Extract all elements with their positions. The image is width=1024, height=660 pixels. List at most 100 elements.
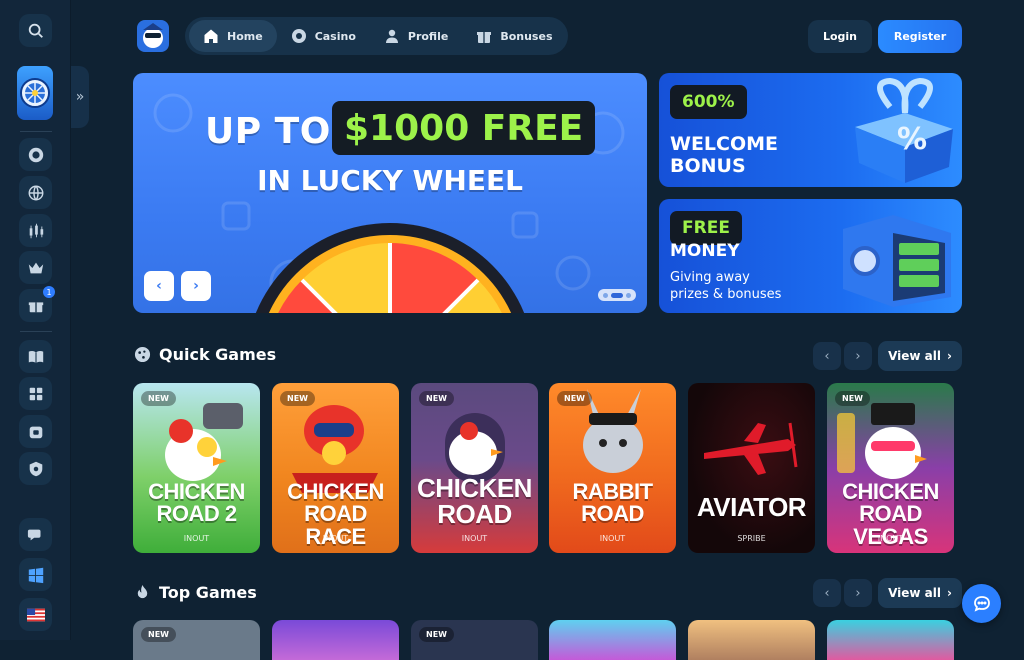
live-chat-button[interactable] <box>962 584 1001 623</box>
sidebar-item-support[interactable] <box>19 415 52 448</box>
login-button[interactable]: Login <box>808 20 872 53</box>
game-card-chicken-road-2[interactable]: NEW CHICKEN ROAD 2 INOUT <box>133 383 260 553</box>
chevron-right-icon: › <box>855 348 861 364</box>
sidebar-item-security[interactable] <box>19 452 52 485</box>
fire-icon <box>137 584 148 599</box>
sidebar-item-trading[interactable] <box>19 214 52 247</box>
promo-subtitle-line1: Giving away <box>670 270 750 285</box>
quick-games-next-button[interactable]: › <box>844 342 872 370</box>
candlestick-icon <box>29 223 43 238</box>
carousel-dots[interactable] <box>598 289 636 301</box>
game-card-chicken-road-vegas[interactable]: NEW CHICKEN ROAD VEGAS INOUT <box>827 383 954 553</box>
game-card-chicken-road-race[interactable]: NEW CHICKEN ROAD RACE INOUT <box>272 383 399 553</box>
nav-bonuses-label: Bonuses <box>500 29 553 43</box>
game-title-line1: CHICKEN <box>417 473 532 503</box>
nav-home[interactable]: Home <box>189 20 277 52</box>
crown-icon <box>28 262 43 273</box>
game-card-aviator[interactable]: AVIATOR SPRIBE <box>688 383 815 553</box>
chicken-art <box>165 403 243 481</box>
plane-icon <box>704 422 798 475</box>
sidebar-expand-button[interactable]: » <box>71 66 89 128</box>
chevron-right-icon: › <box>946 586 952 600</box>
chevrons-right-icon: » <box>75 89 85 105</box>
language-selector[interactable] <box>19 598 52 631</box>
nav-home-label: Home <box>227 29 263 43</box>
sidebar-item-games[interactable] <box>19 377 52 410</box>
promo-title-line1: MONEY <box>670 241 740 261</box>
nav-bonuses[interactable]: Bonuses <box>462 20 566 52</box>
search-icon <box>28 23 43 38</box>
sidebar-item-sports[interactable] <box>19 176 52 209</box>
game-card-chicken-road[interactable]: NEW CHICKEN ROAD INOUT <box>411 383 538 553</box>
top-games-prev-button[interactable]: ‹ <box>813 579 841 607</box>
new-badge: NEW <box>557 391 592 406</box>
hero-line1-highlight: $1000 FREE <box>332 101 596 155</box>
gift-box-image: % <box>855 77 953 183</box>
nav-casino-label: Casino <box>314 29 356 43</box>
game-title-line2: ROAD 2 <box>156 501 237 526</box>
new-badge: NEW <box>419 391 454 406</box>
book-icon <box>28 350 43 363</box>
chevron-right-icon: › <box>855 585 861 601</box>
windows-icon <box>28 567 43 583</box>
hero-prev-button[interactable]: ‹ <box>144 271 174 301</box>
game-card-rabbit-road[interactable]: NEW RABBIT ROAD INOUT <box>549 383 676 553</box>
game-title-line1: AVIATOR <box>696 492 807 522</box>
section-quick-games: Quick Games <box>134 345 276 364</box>
game-provider: SPRIBE <box>737 534 766 543</box>
game-provider: INOUT <box>599 534 626 543</box>
chevron-left-icon: ‹ <box>824 585 830 601</box>
sidebar-item-gifts[interactable]: 1 <box>19 286 55 322</box>
hero-line2: IN LUCKY WHEEL <box>257 164 523 197</box>
promo-welcome-bonus[interactable]: 600% WELCOME BONUS % <box>659 73 962 187</box>
nav-profile[interactable]: Profile <box>370 20 462 52</box>
game-provider: INOUT <box>183 534 210 543</box>
view-all-label: View all <box>888 586 941 600</box>
main-nav: Home Casino Profile Bonuses <box>185 17 568 55</box>
globe-icon <box>28 185 43 200</box>
divider <box>20 331 52 332</box>
promo-title-line2: BONUS <box>670 155 746 177</box>
search-button[interactable] <box>19 14 52 47</box>
casino-chip-icon <box>28 147 43 162</box>
sidebar-item-casino[interactable] <box>19 138 52 171</box>
game-title-line2: ROAD <box>581 501 644 526</box>
top-game-card[interactable] <box>688 620 815 660</box>
sidebar-item-vip[interactable] <box>19 251 52 284</box>
promo-free-money[interactable]: FREE MONEY Giving away prizes & bonuses <box>659 199 962 313</box>
sidebar: » 1 <box>0 0 89 640</box>
register-button[interactable]: Register <box>878 20 962 53</box>
sidebar-item-rules[interactable] <box>19 340 52 373</box>
chevron-left-icon: ‹ <box>156 278 162 294</box>
shield-icon <box>29 461 42 476</box>
shield-lock-icon <box>29 426 42 438</box>
lucky-wheel-image <box>255 223 525 313</box>
top-game-card[interactable] <box>827 620 954 660</box>
lucky-wheel-tile[interactable] <box>17 66 53 120</box>
new-badge: NEW <box>835 391 870 406</box>
top-game-card[interactable]: NEW <box>133 620 260 660</box>
game-provider: INOUT <box>877 534 904 543</box>
top-game-card[interactable] <box>549 620 676 660</box>
casino-chip-icon <box>291 29 306 43</box>
site-logo[interactable] <box>135 18 171 54</box>
windows-app-button[interactable] <box>19 558 52 591</box>
section-top-games: Top Games <box>134 583 257 602</box>
top-games-view-all[interactable]: View all › <box>878 578 962 608</box>
safe-money-image <box>843 215 951 307</box>
sidebar-item-chat[interactable] <box>19 518 52 551</box>
quick-games-prev-button[interactable]: ‹ <box>813 342 841 370</box>
top-games-next-button[interactable]: › <box>844 579 872 607</box>
hero-next-button[interactable]: › <box>181 271 211 301</box>
puzzle-icon <box>29 387 42 400</box>
view-all-label: View all <box>888 349 941 363</box>
quick-games-view-all[interactable]: View all › <box>878 341 962 371</box>
top-game-card[interactable]: NEW <box>411 620 538 660</box>
chevron-right-icon: › <box>193 278 199 294</box>
hero-banner[interactable]: UP TO $1000 FREE IN LUCKY WHEEL ‹ › <box>133 73 647 313</box>
top-game-card[interactable] <box>272 620 399 660</box>
nav-casino[interactable]: Casino <box>277 20 370 52</box>
promo-pill: 600% <box>670 85 747 119</box>
home-icon <box>204 29 218 43</box>
game-provider: INOUT <box>322 534 349 543</box>
